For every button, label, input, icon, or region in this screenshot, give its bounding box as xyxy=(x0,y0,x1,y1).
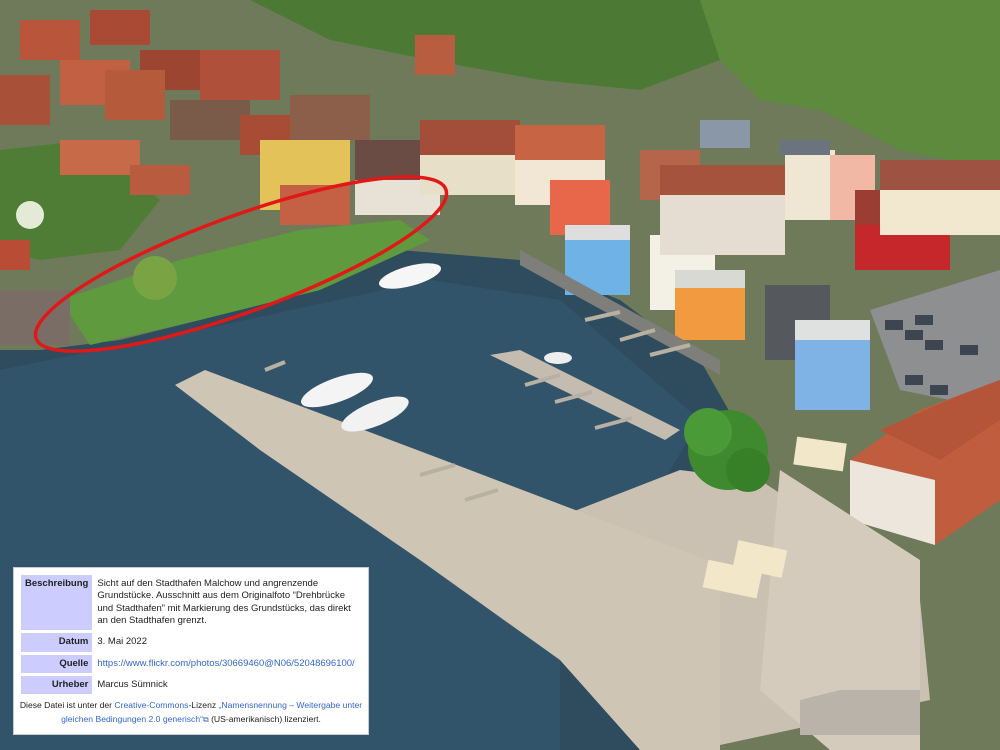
license-prefix: Diese Datei ist unter der xyxy=(19,700,115,711)
source-label: Quelle xyxy=(21,654,93,674)
creative-commons-link[interactable]: Creative-Commons xyxy=(114,700,188,710)
blossom-tree xyxy=(16,201,44,229)
author-label: Urheber xyxy=(21,676,93,695)
source-row: Quelle https://www.flickr.com/photos/306… xyxy=(21,654,361,674)
date-label: Datum xyxy=(21,633,93,652)
author-row: Urheber Marcus Sümnick xyxy=(21,676,361,695)
license-suffix: (US-amerikanisch) lizenziert. xyxy=(208,713,321,724)
author-value: Marcus Sümnick xyxy=(97,679,168,691)
description-label: Beschreibung xyxy=(21,575,93,631)
description-row: Beschreibung Sicht auf den Stadthafen Ma… xyxy=(21,575,361,631)
date-row: Datum 3. Mai 2022 xyxy=(21,633,361,652)
license-notice: Diese Datei ist unter der Creative-Commo… xyxy=(18,699,364,726)
steps xyxy=(800,690,920,735)
file-info-box: Beschreibung Sicht auf den Stadthafen Ma… xyxy=(13,567,369,735)
description-text: Sicht auf den Stadthafen Malchow und ang… xyxy=(97,578,351,627)
small-tree xyxy=(133,256,177,300)
license-middle: -Lizenz xyxy=(188,700,219,711)
file-info-table: Beschreibung Sicht auf den Stadthafen Ma… xyxy=(18,572,364,697)
date-value: 3. Mai 2022 xyxy=(97,636,148,648)
source-link[interactable]: https://www.flickr.com/photos/30669460@N… xyxy=(97,658,354,669)
